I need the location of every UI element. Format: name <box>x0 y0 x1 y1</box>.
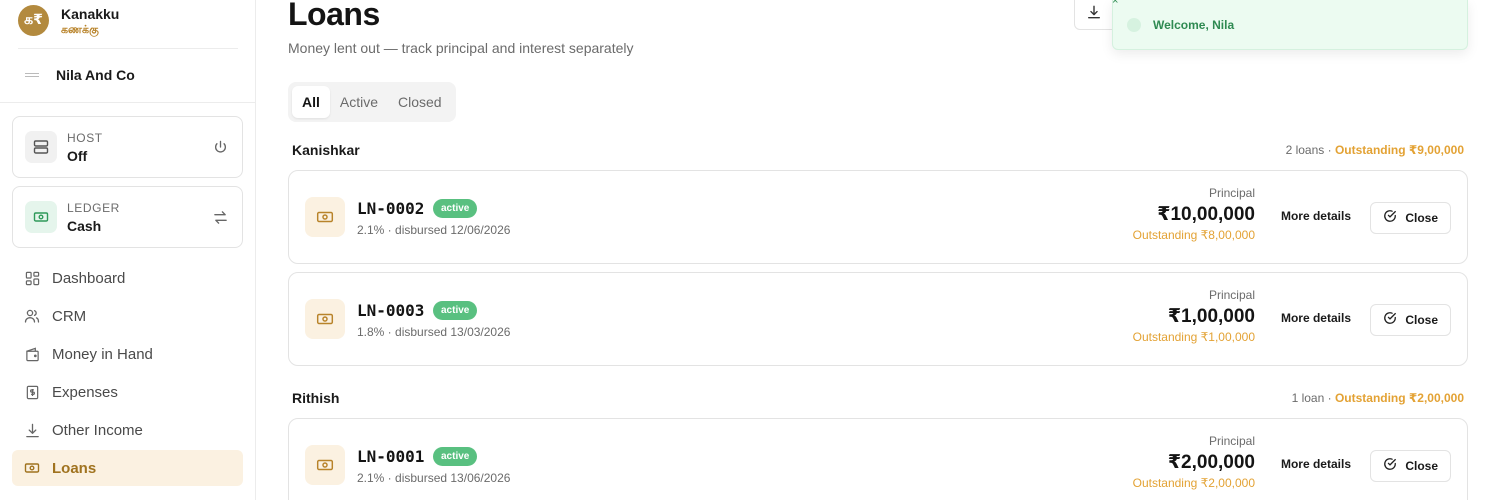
toast-message: Welcome, Nila <box>1153 17 1235 32</box>
banknote-icon <box>24 460 40 476</box>
page-title: Loans <box>288 0 380 32</box>
principal-amount: ₹10,00,000 <box>1157 204 1255 225</box>
principal-label: Principal <box>1208 186 1255 200</box>
main-content: Loans Money lent out — track principal a… <box>256 0 1500 500</box>
org-logo-icon <box>18 73 46 77</box>
status-badge: active <box>433 447 478 466</box>
org-name: Nila And Co <box>56 67 135 83</box>
group-summary: 2 loans · Outstanding ₹9,00,000 <box>1286 143 1464 157</box>
close-loan-button[interactable]: Close <box>1370 450 1451 482</box>
more-details-button[interactable]: More details <box>1281 311 1351 325</box>
status-tabs: All Active Closed <box>288 82 456 122</box>
sidebar-item-label: Expenses <box>52 383 118 401</box>
receipt-icon <box>24 384 40 400</box>
sidebar-item-label: CRM <box>52 307 87 325</box>
sidebar: க₹ Kanakku கணக்கு Nila And Co HOST Off L… <box>0 0 256 500</box>
loan-meta: 2.1% · disbursed 13/06/2026 <box>357 471 511 485</box>
sidebar-item-expenses[interactable]: Expenses <box>12 374 243 410</box>
welcome-toast: Welcome, Nila <box>1112 0 1468 50</box>
host-value: Off <box>67 147 88 164</box>
sidebar-item-crm[interactable]: CRM <box>12 298 243 334</box>
tab-active[interactable]: Active <box>330 86 388 118</box>
host-label: HOST <box>67 130 103 145</box>
brand-logo: க₹ <box>18 5 49 36</box>
banknote-icon <box>305 197 345 237</box>
ledger-label: LEDGER <box>67 200 120 215</box>
banknote-icon <box>305 299 345 339</box>
sidebar-divider <box>0 102 256 103</box>
brand-name: Kanakku <box>61 5 120 22</box>
close-label: Close <box>1405 459 1438 473</box>
summary-separator: · <box>1324 391 1335 405</box>
host-card[interactable]: HOST Off <box>12 116 243 178</box>
more-details-button[interactable]: More details <box>1281 457 1351 471</box>
status-badge: active <box>433 199 478 218</box>
sidebar-item-label: Dashboard <box>52 269 126 287</box>
sidebar-item-other-income[interactable]: Other Income <box>12 412 243 448</box>
brand-subname: கணக்கு <box>61 22 99 36</box>
download-icon <box>1087 5 1101 24</box>
loan-meta: 2.1% · disbursed 12/06/2026 <box>357 223 511 237</box>
loan-count: 1 loan <box>1291 391 1325 405</box>
sidebar-item-loans[interactable]: Loans <box>12 450 243 486</box>
principal-amount: ₹1,00,000 <box>1167 306 1255 327</box>
sidebar-nav: Dashboard CRM Money in Hand Expenses Oth… <box>12 260 243 488</box>
outstanding-amount: Outstanding ₹8,00,000 <box>1132 228 1255 242</box>
org-switcher[interactable]: Nila And Co <box>18 64 135 86</box>
status-badge: active <box>433 301 478 320</box>
users-icon <box>24 308 40 324</box>
server-icon <box>25 131 57 163</box>
outstanding-amount: Outstanding ₹1,00,000 <box>1132 330 1255 344</box>
ledger-value: Cash <box>67 217 102 234</box>
sidebar-item-label: Loans <box>52 459 97 477</box>
loan-card[interactable]: LN-0001 active 2.1% · disbursed 13/06/20… <box>288 418 1468 500</box>
outstanding-amount: Outstanding ₹2,00,000 <box>1132 476 1255 490</box>
close-loan-button[interactable]: Close <box>1370 202 1451 234</box>
close-loan-button[interactable]: Close <box>1370 304 1451 336</box>
loan-id: LN-0003 <box>357 301 425 320</box>
sidebar-item-label: Other Income <box>52 421 143 439</box>
group-outstanding: Outstanding ₹9,00,000 <box>1334 143 1464 157</box>
sidebar-item-label: Money in Hand <box>52 345 153 363</box>
principal-label: Principal <box>1208 434 1255 448</box>
group-summary: 1 loan · Outstanding ₹2,00,000 <box>1292 391 1464 405</box>
borrower-name: Rithish <box>292 390 340 406</box>
sidebar-item-dashboard[interactable]: Dashboard <box>12 260 243 296</box>
tab-all[interactable]: All <box>292 86 330 118</box>
loan-card[interactable]: LN-0002 active 2.1% · disbursed 12/06/20… <box>288 170 1468 264</box>
power-icon[interactable] <box>210 137 230 157</box>
check-circle-icon <box>1383 457 1397 476</box>
success-icon <box>1127 17 1141 32</box>
sidebar-item-money-in-hand[interactable]: Money in Hand <box>12 336 243 372</box>
close-label: Close <box>1405 313 1438 327</box>
loan-id: LN-0001 <box>357 447 425 466</box>
tab-closed[interactable]: Closed <box>388 86 452 118</box>
borrower-group-header: Kanishkar 2 loans · Outstanding ₹9,00,00… <box>292 142 1464 158</box>
principal-label: Principal <box>1208 288 1255 302</box>
close-icon[interactable]: × <box>1112 0 1118 7</box>
brand[interactable]: க₹ Kanakku கணக்கு <box>18 5 119 36</box>
borrower-group-header: Rithish 1 loan · Outstanding ₹2,00,000 <box>292 390 1464 406</box>
more-details-button[interactable]: More details <box>1281 209 1351 223</box>
group-outstanding: Outstanding ₹2,00,000 <box>1334 391 1464 405</box>
banknote-icon <box>305 445 345 485</box>
check-circle-icon <box>1383 311 1397 330</box>
brand-divider <box>18 48 238 49</box>
ledger-card[interactable]: LEDGER Cash <box>12 186 243 248</box>
loan-card[interactable]: LN-0003 active 1.8% · disbursed 13/03/20… <box>288 272 1468 366</box>
summary-separator: · <box>1324 143 1335 157</box>
wallet-icon <box>24 346 40 362</box>
swap-icon[interactable] <box>210 207 230 227</box>
dashboard-icon <box>24 270 40 286</box>
loan-meta: 1.8% · disbursed 13/03/2026 <box>357 325 511 339</box>
borrower-name: Kanishkar <box>292 142 360 158</box>
loan-count: 2 loans <box>1285 143 1325 157</box>
download-icon <box>24 422 40 438</box>
loan-id: LN-0002 <box>357 199 425 218</box>
cash-icon <box>25 201 57 233</box>
principal-amount: ₹2,00,000 <box>1167 452 1255 473</box>
close-label: Close <box>1405 211 1438 225</box>
page-subtitle: Money lent out — track principal and int… <box>288 40 634 56</box>
check-circle-icon <box>1383 209 1397 228</box>
